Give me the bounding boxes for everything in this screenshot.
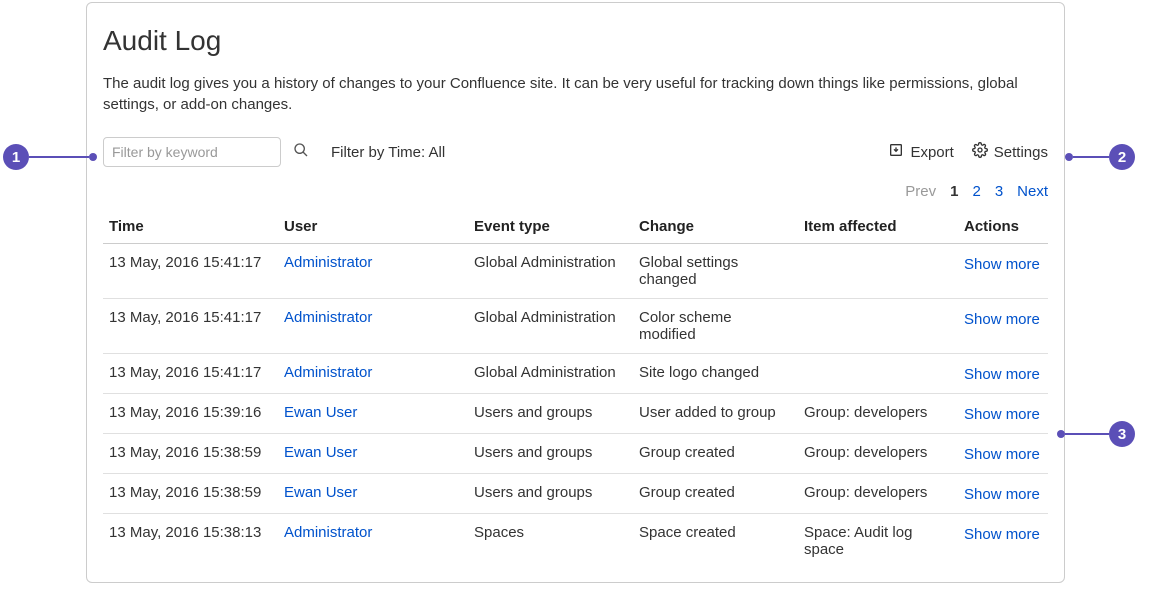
show-more-link[interactable]: Show more	[964, 526, 1040, 543]
cell-time: 13 May, 2016 15:38:13	[103, 514, 278, 569]
table-row: 13 May, 2016 15:38:59 Ewan User Users and …	[103, 434, 1048, 474]
cell-event: Global Administration	[468, 354, 633, 394]
cell-time: 13 May, 2016 15:38:59	[103, 434, 278, 474]
pagination-page-3[interactable]: 3	[995, 183, 1003, 200]
pagination: Prev 1 2 3 Next	[103, 183, 1048, 200]
user-link[interactable]: Ewan User	[284, 404, 357, 421]
user-link[interactable]: Administrator	[284, 309, 372, 326]
cell-item	[798, 244, 958, 299]
cell-change: Color scheme modified	[633, 299, 798, 354]
callout-badge-2: 2	[1109, 144, 1135, 170]
cell-time: 13 May, 2016 15:38:59	[103, 474, 278, 514]
cell-item: Space: Audit log space	[798, 514, 958, 569]
cell-change: Site logo changed	[633, 354, 798, 394]
cell-change: User added to group	[633, 394, 798, 434]
cell-time: 13 May, 2016 15:41:17	[103, 244, 278, 299]
callout-2: 2	[1065, 144, 1135, 170]
filter-time-dropdown[interactable]: Filter by Time: All	[331, 144, 445, 161]
cell-event: Users and groups	[468, 474, 633, 514]
audit-log-table: Time User Event type Change Item affecte…	[103, 210, 1048, 568]
export-label: Export	[910, 144, 953, 161]
column-header-time: Time	[103, 210, 278, 244]
cell-time: 13 May, 2016 15:41:17	[103, 299, 278, 354]
export-icon	[888, 142, 904, 162]
callout-3: 3	[1057, 421, 1135, 447]
callout-badge-3: 3	[1109, 421, 1135, 447]
show-more-link[interactable]: Show more	[964, 366, 1040, 383]
table-row: 13 May, 2016 15:39:16 Ewan User Users and …	[103, 394, 1048, 434]
toolbar: Filter by Time: All Export Settings	[103, 137, 1048, 167]
user-link[interactable]: Administrator	[284, 524, 372, 541]
cell-item	[798, 299, 958, 354]
page-title: Audit Log	[103, 25, 1048, 57]
callout-1: 1	[3, 144, 97, 170]
table-row: 13 May, 2016 15:41:17 Administrator Global…	[103, 354, 1048, 394]
cell-event: Global Administration	[468, 244, 633, 299]
cell-item: Group: developers	[798, 394, 958, 434]
show-more-link[interactable]: Show more	[964, 486, 1040, 503]
table-row: 13 May, 2016 15:38:13 Administrator Spaces…	[103, 514, 1048, 569]
user-link[interactable]: Ewan User	[284, 444, 357, 461]
settings-label: Settings	[994, 144, 1048, 161]
pagination-prev[interactable]: Prev	[905, 183, 936, 200]
user-link[interactable]: Administrator	[284, 254, 372, 271]
show-more-link[interactable]: Show more	[964, 446, 1040, 463]
pagination-next[interactable]: Next	[1017, 183, 1048, 200]
table-row: 13 May, 2016 15:41:17 Administrator Global…	[103, 244, 1048, 299]
cell-item: Group: developers	[798, 474, 958, 514]
cell-change: Space created	[633, 514, 798, 569]
cell-change: Group created	[633, 434, 798, 474]
column-header-item: Item affected	[798, 210, 958, 244]
show-more-link[interactable]: Show more	[964, 256, 1040, 273]
pagination-page-2[interactable]: 2	[972, 183, 980, 200]
pagination-page-1[interactable]: 1	[950, 183, 958, 200]
cell-change: Group created	[633, 474, 798, 514]
search-icon[interactable]	[281, 142, 309, 163]
column-header-actions: Actions	[958, 210, 1048, 244]
cell-event: Global Administration	[468, 299, 633, 354]
column-header-event: Event type	[468, 210, 633, 244]
settings-button[interactable]: Settings	[972, 142, 1048, 162]
user-link[interactable]: Ewan User	[284, 484, 357, 501]
user-link[interactable]: Administrator	[284, 364, 372, 381]
column-header-change: Change	[633, 210, 798, 244]
cell-event: Spaces	[468, 514, 633, 569]
callout-badge-1: 1	[3, 144, 29, 170]
cell-event: Users and groups	[468, 434, 633, 474]
export-button[interactable]: Export	[888, 142, 953, 162]
column-header-user: User	[278, 210, 468, 244]
cell-event: Users and groups	[468, 394, 633, 434]
cell-time: 13 May, 2016 15:39:16	[103, 394, 278, 434]
cell-change: Global settings changed	[633, 244, 798, 299]
cell-time: 13 May, 2016 15:41:17	[103, 354, 278, 394]
table-row: 13 May, 2016 15:38:59 Ewan User Users and …	[103, 474, 1048, 514]
cell-item	[798, 354, 958, 394]
table-row: 13 May, 2016 15:41:17 Administrator Global…	[103, 299, 1048, 354]
filter-keyword-input[interactable]	[103, 137, 281, 167]
show-more-link[interactable]: Show more	[964, 311, 1040, 328]
show-more-link[interactable]: Show more	[964, 406, 1040, 423]
cell-item: Group: developers	[798, 434, 958, 474]
audit-log-panel: Audit Log The audit log gives you a hist…	[86, 2, 1065, 583]
page-description: The audit log gives you a history of cha…	[103, 73, 1048, 115]
gear-icon	[972, 142, 988, 162]
